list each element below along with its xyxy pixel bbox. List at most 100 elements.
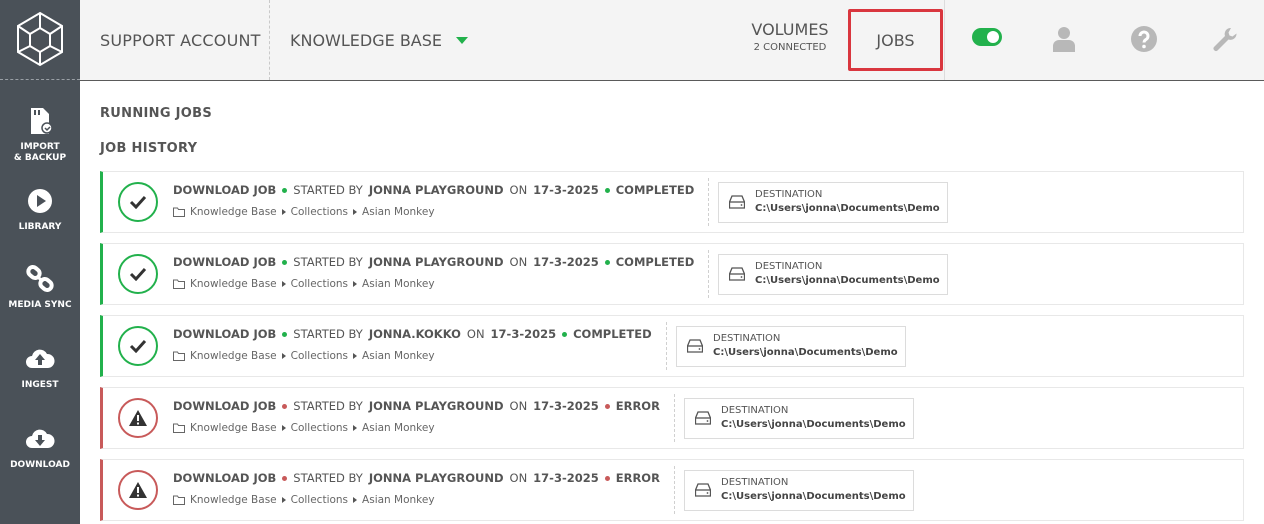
sidebar-item-label: MEDIA SYNC xyxy=(8,300,72,310)
job-row[interactable]: DOWNLOAD JOB STARTED BY JONNA PLAYGROUND… xyxy=(100,243,1244,305)
path-segment[interactable]: Collections xyxy=(291,422,348,434)
status-indicator xyxy=(118,398,158,438)
breadcrumb-arrow-icon xyxy=(353,209,358,215)
destination-box[interactable]: DESTINATION C:\Users\jonna\Documents\Dem… xyxy=(684,398,914,439)
toggle-knob xyxy=(987,31,999,43)
help-icon[interactable] xyxy=(1131,26,1157,52)
sidebar-item-download[interactable]: DOWNLOAD xyxy=(0,424,80,471)
chevron-down-icon xyxy=(456,36,468,44)
on-label: ON xyxy=(466,327,485,341)
status-dot xyxy=(282,187,288,193)
destination-label: DESTINATION xyxy=(721,477,789,488)
job-date: 17-3-2025 xyxy=(533,399,599,413)
path-segment[interactable]: Knowledge Base xyxy=(190,494,277,506)
user-icon[interactable] xyxy=(1051,26,1077,52)
job-type: DOWNLOAD JOB xyxy=(173,255,277,269)
destination-path: C:\Users\jonna\Documents\Demo xyxy=(721,491,906,502)
path-segment[interactable]: Asian Monkey xyxy=(362,278,435,290)
app-logo[interactable] xyxy=(0,0,80,80)
status-toggle[interactable] xyxy=(972,28,1002,46)
top-header: SUPPORT ACCOUNT KNOWLEDGE BASE VOLUMES 2… xyxy=(80,0,1264,81)
divider xyxy=(666,322,667,370)
destination-box[interactable]: DESTINATION C:\Users\jonna\Documents\Dem… xyxy=(718,182,948,223)
breadcrumb-arrow-icon xyxy=(353,497,358,503)
job-status: ERROR xyxy=(615,471,660,485)
volumes-button[interactable]: VOLUMES 2 CONNECTED xyxy=(740,20,840,53)
check-icon xyxy=(129,267,147,281)
sidebar-item-media-sync[interactable]: MEDIA SYNC xyxy=(0,264,80,311)
link-icon xyxy=(25,264,55,294)
path-segment[interactable]: Knowledge Base xyxy=(190,422,277,434)
job-summary: DOWNLOAD JOB STARTED BY JONNA PLAYGROUND… xyxy=(173,255,694,269)
job-date: 17-3-2025 xyxy=(490,327,557,341)
path-segment[interactable]: Asian Monkey xyxy=(362,422,435,434)
destination-box[interactable]: DESTINATION C:\Users\jonna\Documents\Dem… xyxy=(718,254,948,295)
destination-box[interactable]: DESTINATION C:\Users\jonna\Documents\Dem… xyxy=(684,470,914,511)
status-dot xyxy=(282,403,288,409)
jobs-button[interactable]: JOBS xyxy=(848,9,943,71)
job-row[interactable]: DOWNLOAD JOB STARTED BY JONNA.KOKKO ON 1… xyxy=(100,315,1244,377)
breadcrumb-arrow-icon xyxy=(281,353,286,359)
breadcrumb-arrow-icon xyxy=(353,425,358,431)
account-name[interactable]: SUPPORT ACCOUNT xyxy=(80,0,270,80)
on-label: ON xyxy=(509,471,528,485)
divider xyxy=(708,178,709,226)
drive-icon xyxy=(687,339,703,353)
workspace-selector[interactable]: KNOWLEDGE BASE xyxy=(290,0,468,80)
path-segment[interactable]: Collections xyxy=(291,494,348,506)
destination-path: C:\Users\jonna\Documents\Demo xyxy=(755,203,940,214)
job-path: Knowledge Base Collections Asian Monkey xyxy=(173,350,435,362)
check-icon xyxy=(129,339,147,353)
workspace-label: KNOWLEDGE BASE xyxy=(290,30,442,50)
folder-icon xyxy=(173,423,185,433)
job-row[interactable]: DOWNLOAD JOB STARTED BY JONNA PLAYGROUND… xyxy=(100,459,1244,521)
destination-label: DESTINATION xyxy=(755,189,823,200)
job-user: JONNA PLAYGROUND xyxy=(368,471,504,485)
status-indicator xyxy=(118,326,158,366)
job-status: COMPLETED xyxy=(615,255,695,269)
started-by-label: STARTED BY xyxy=(293,399,363,413)
path-segment[interactable]: Collections xyxy=(291,206,348,218)
job-row[interactable]: DOWNLOAD JOB STARTED BY JONNA PLAYGROUND… xyxy=(100,171,1244,233)
started-by-label: STARTED BY xyxy=(293,255,363,269)
path-segment[interactable]: Asian Monkey xyxy=(362,350,435,362)
job-row[interactable]: DOWNLOAD JOB STARTED BY JONNA PLAYGROUND… xyxy=(100,387,1244,449)
job-type: DOWNLOAD JOB xyxy=(173,471,277,485)
breadcrumb-arrow-icon xyxy=(281,209,286,215)
job-path: Knowledge Base Collections Asian Monkey xyxy=(173,494,435,506)
job-date: 17-3-2025 xyxy=(533,183,599,197)
status-dot xyxy=(282,331,288,337)
destination-path: C:\Users\jonna\Documents\Demo xyxy=(713,347,898,358)
status-dot xyxy=(604,403,610,409)
drive-icon xyxy=(729,195,745,209)
path-segment[interactable]: Asian Monkey xyxy=(362,494,435,506)
breadcrumb-arrow-icon xyxy=(353,353,358,359)
destination-label: DESTINATION xyxy=(721,405,789,416)
status-indicator xyxy=(118,470,158,510)
sidebar-item-ingest[interactable]: INGEST xyxy=(0,344,80,391)
destination-box[interactable]: DESTINATION C:\Users\jonna\Documents\Dem… xyxy=(676,326,906,367)
folder-icon xyxy=(173,279,185,289)
path-segment[interactable]: Collections xyxy=(291,350,348,362)
play-icon xyxy=(25,186,55,216)
folder-icon xyxy=(173,351,185,361)
job-summary: DOWNLOAD JOB STARTED BY JONNA.KOKKO ON 1… xyxy=(173,327,652,341)
status-dot xyxy=(604,475,610,481)
path-segment[interactable]: Collections xyxy=(291,278,348,290)
sidebar: IMPORT & BACKUP LIBRARY MEDIA SYNC INGES… xyxy=(0,0,80,524)
divider xyxy=(674,466,675,514)
path-segment[interactable]: Knowledge Base xyxy=(190,206,277,218)
job-user: JONNA.KOKKO xyxy=(368,327,461,341)
sidebar-item-import-backup[interactable]: IMPORT & BACKUP xyxy=(0,106,80,164)
wrench-icon[interactable] xyxy=(1211,26,1237,52)
path-segment[interactable]: Knowledge Base xyxy=(190,278,277,290)
job-summary: DOWNLOAD JOB STARTED BY JONNA PLAYGROUND… xyxy=(173,183,694,197)
job-path: Knowledge Base Collections Asian Monkey xyxy=(173,422,435,434)
breadcrumb-arrow-icon xyxy=(281,281,286,287)
job-date: 17-3-2025 xyxy=(533,471,599,485)
destination-path: C:\Users\jonna\Documents\Demo xyxy=(721,419,906,430)
job-summary: DOWNLOAD JOB STARTED BY JONNA PLAYGROUND… xyxy=(173,471,660,485)
path-segment[interactable]: Asian Monkey xyxy=(362,206,435,218)
sidebar-item-library[interactable]: LIBRARY xyxy=(0,186,80,233)
path-segment[interactable]: Knowledge Base xyxy=(190,350,277,362)
